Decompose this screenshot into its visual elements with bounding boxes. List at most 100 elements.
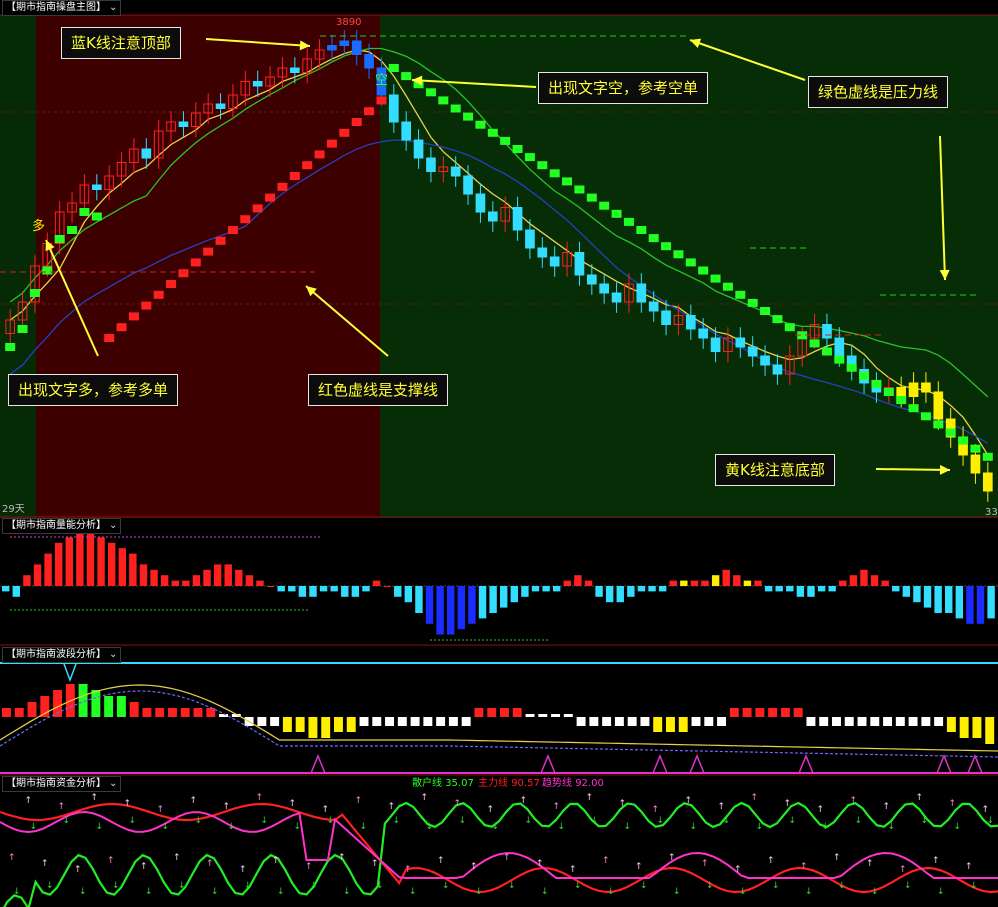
fund-arrow-up: ↑ bbox=[8, 853, 16, 863]
trail-square bbox=[611, 209, 622, 218]
fund-arrow-down: ↓ bbox=[789, 816, 797, 826]
volume-panel-title[interactable]: 【期市指南量能分析】 ⌄ bbox=[2, 518, 122, 534]
trail-square bbox=[376, 96, 387, 105]
fund-arrow-down: ↓ bbox=[673, 887, 681, 897]
fund-arrow-down: ↓ bbox=[162, 822, 170, 832]
wave-bar bbox=[270, 717, 280, 726]
fund-arrow-up: ↑ bbox=[256, 793, 264, 803]
trail-square bbox=[760, 307, 771, 315]
fund-panel-title[interactable]: 【期市指南资金分析】 ⌄ bbox=[2, 776, 122, 792]
wave-bar bbox=[372, 717, 382, 726]
volume-bar bbox=[266, 586, 275, 587]
trail-square bbox=[623, 217, 634, 226]
candle bbox=[364, 54, 374, 69]
fund-arrow-up: ↑ bbox=[421, 793, 429, 803]
fund-arrow-down: ↓ bbox=[261, 816, 269, 826]
fund-arrow-down: ↓ bbox=[327, 816, 335, 826]
fund-arrow-up: ↑ bbox=[404, 865, 412, 875]
fund-arrow-up: ↑ bbox=[173, 853, 181, 863]
candle bbox=[933, 391, 944, 420]
trail-square bbox=[710, 274, 721, 283]
fund-arrow-down: ↓ bbox=[739, 887, 747, 897]
fund-arrow-down: ↓ bbox=[63, 816, 71, 826]
volume-panel bbox=[0, 518, 998, 646]
wave-bar bbox=[461, 717, 471, 726]
fund-arrow-up: ↑ bbox=[454, 799, 462, 809]
volume-bar bbox=[468, 586, 476, 624]
volume-bar bbox=[616, 586, 624, 603]
high-price-label: 3890 bbox=[336, 17, 361, 28]
fund-arrow-down: ↓ bbox=[442, 881, 450, 891]
volume-bar bbox=[118, 548, 126, 586]
volume-bar bbox=[33, 564, 42, 586]
volume-bar bbox=[648, 586, 656, 592]
trail-square bbox=[685, 258, 696, 267]
wave-bar bbox=[385, 717, 395, 726]
trail-square bbox=[537, 161, 548, 170]
candle bbox=[970, 454, 981, 474]
fund-arrow-down: ↓ bbox=[888, 822, 896, 832]
volume-bar bbox=[383, 586, 391, 587]
volume-bar bbox=[839, 580, 847, 586]
trail-square bbox=[920, 412, 931, 421]
wave-bar bbox=[640, 717, 650, 726]
wave-bar bbox=[627, 717, 637, 726]
wave-bar bbox=[972, 717, 982, 738]
trail-square bbox=[958, 436, 969, 445]
trail-square bbox=[17, 325, 28, 333]
wave-bar bbox=[168, 708, 177, 717]
wave-bar bbox=[308, 717, 318, 738]
fund-arrow-down: ↓ bbox=[855, 816, 863, 826]
wave-bar bbox=[219, 714, 229, 717]
fund-arrow-up: ↑ bbox=[619, 799, 627, 809]
candle bbox=[401, 121, 412, 141]
candle bbox=[685, 315, 696, 330]
volume-bar bbox=[754, 580, 762, 586]
trail-square bbox=[401, 72, 412, 81]
trail-square bbox=[425, 88, 436, 97]
trail-square bbox=[487, 128, 498, 137]
callout-green-dash: 绿色虚线是压力线 bbox=[808, 76, 949, 108]
chevron-down-icon: ⌄ bbox=[109, 520, 118, 531]
fund-arrow-up: ↑ bbox=[41, 859, 49, 869]
candle bbox=[252, 81, 263, 87]
trail-square bbox=[722, 282, 733, 291]
fund-arrow-up: ↑ bbox=[949, 799, 957, 809]
trail-square bbox=[982, 452, 993, 461]
trail-square bbox=[178, 269, 189, 278]
fund-arrow-up: ↑ bbox=[536, 859, 544, 869]
volume-bar bbox=[701, 580, 709, 586]
volume-bar bbox=[330, 586, 338, 592]
main-panel-title-text: 【期市指南操盘主图】 bbox=[6, 2, 106, 13]
trail-square bbox=[252, 204, 263, 213]
volume-bar bbox=[690, 580, 699, 586]
trail-square bbox=[908, 404, 919, 413]
trail-square bbox=[351, 118, 362, 126]
trail-square bbox=[388, 64, 399, 72]
wave-bar bbox=[2, 708, 11, 717]
wave-bar bbox=[870, 717, 880, 726]
wave-bar bbox=[525, 714, 535, 717]
fund-arrow-up: ↑ bbox=[668, 853, 676, 863]
trail-square bbox=[29, 289, 40, 297]
fund-arrow-up: ↑ bbox=[289, 799, 297, 809]
wave-bar bbox=[474, 708, 484, 717]
candle bbox=[896, 387, 907, 397]
wave-bar bbox=[691, 717, 701, 726]
fund-arrow-down: ↓ bbox=[756, 822, 764, 832]
volume-bar bbox=[2, 586, 10, 592]
trail-square bbox=[42, 266, 53, 275]
trail-square bbox=[91, 212, 102, 221]
main-panel-title[interactable]: 【期市指南操盘主图】 ⌄ bbox=[2, 0, 122, 16]
wave-panel-title[interactable]: 【期市指南波段分析】 ⌄ bbox=[2, 647, 122, 663]
fund-arrow-up: ↑ bbox=[140, 862, 148, 872]
fund-arrow-down: ↓ bbox=[541, 887, 549, 897]
fund-arrow-down: ↓ bbox=[13, 887, 21, 897]
trail-square bbox=[166, 280, 177, 288]
fund-arrow-down: ↓ bbox=[426, 822, 434, 832]
volume-bar bbox=[44, 553, 52, 586]
fund-arrow-up: ↑ bbox=[850, 796, 858, 806]
candle bbox=[982, 472, 993, 492]
volume-bar bbox=[150, 569, 158, 586]
trail-square bbox=[500, 136, 511, 145]
